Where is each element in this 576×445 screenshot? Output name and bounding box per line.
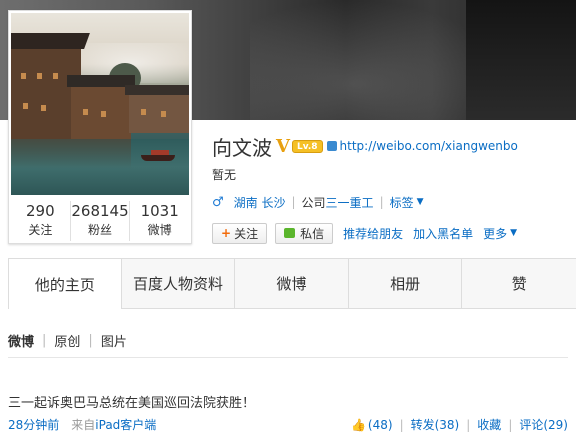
like-count[interactable]: (48) [368, 418, 393, 432]
avatar-card: 290 关注 268145 粉丝 1031 微博 [8, 10, 192, 244]
profile-stats: 290 关注 268145 粉丝 1031 微博 [11, 201, 189, 241]
plus-icon: + [221, 226, 232, 240]
more-link[interactable]: 更多 [483, 225, 507, 242]
message-label: 私信 [300, 226, 325, 241]
thumbs-up-icon[interactable]: 👍 [351, 418, 366, 432]
stat-number: 290 [26, 202, 55, 220]
divider: | [399, 417, 404, 432]
company-prefix: 公司 [301, 195, 326, 210]
stat-label: 粉丝 [88, 223, 113, 237]
filter-all[interactable]: 微博 [8, 331, 34, 350]
profile-bio: 暂无 [212, 168, 237, 182]
post-time[interactable]: 28分钟前 [8, 416, 59, 433]
stat-label: 关注 [28, 223, 53, 237]
location-link[interactable]: 湖南 长沙 [234, 194, 286, 211]
comment-link[interactable]: 评论(29) [519, 416, 568, 433]
stat-following[interactable]: 290 关注 [11, 201, 71, 241]
divider: | [379, 195, 384, 209]
post-source: 来自iPad客户端 [71, 416, 156, 433]
divider: | [291, 195, 296, 209]
chevron-down-icon[interactable]: ▼ [510, 228, 517, 238]
feed: 微博 | 原创 | 图片 三一起诉奥巴马总统在美国巡回法院获胜！ 28分钟前 来… [0, 309, 576, 445]
tab-home[interactable]: 他的主页 [8, 258, 122, 309]
recommend-link[interactable]: 推荐给朋友 [343, 225, 403, 242]
divider: | [88, 333, 93, 348]
tab-album[interactable]: 相册 [349, 259, 463, 308]
profile-tabs: 他的主页 百度人物资料 微博 相册 赞 [8, 258, 576, 309]
feed-filter: 微博 | 原创 | 图片 [8, 331, 127, 350]
stat-number: 268145 [71, 202, 129, 220]
profile-info-row: ♂ 湖南 长沙 | 公司 三一重工 | 标签 ▼ [212, 193, 424, 211]
name-row: 向文波 V Lv.8 http://weibo.com/xiangwenbo [212, 132, 518, 160]
blacklist-link[interactable]: 加入黑名单 [413, 225, 473, 242]
company-link[interactable]: 三一重工 [326, 194, 374, 211]
male-icon: ♂ [212, 194, 224, 210]
source-client-link[interactable]: iPad客户端 [95, 418, 156, 432]
follow-button[interactable]: + 关注 [212, 222, 268, 244]
tab-likes[interactable]: 赞 [462, 259, 576, 308]
divider: | [508, 417, 513, 432]
level-badge[interactable]: Lv.8 [291, 139, 323, 153]
divider [8, 357, 568, 358]
verified-icon[interactable]: V [276, 136, 290, 157]
source-prefix: 来自 [71, 418, 96, 432]
post-actions: 👍 (48) | 转发(38) | 收藏 | 评论(29) [351, 416, 568, 433]
stat-weibo[interactable]: 1031 微博 [130, 201, 189, 241]
profile-actions: + 关注 私信 推荐给朋友 加入黑名单 更多 ▼ [212, 222, 517, 244]
avatar[interactable] [11, 13, 189, 195]
stat-number: 1031 [140, 202, 179, 220]
tags-link[interactable]: 标签 [390, 194, 414, 211]
repost-link[interactable]: 转发(38) [411, 416, 460, 433]
link-icon [326, 141, 337, 151]
stat-label: 微博 [147, 223, 172, 237]
filter-original[interactable]: 原创 [54, 331, 80, 350]
favorite-link[interactable]: 收藏 [477, 416, 501, 433]
tab-baidu-profile[interactable]: 百度人物资料 [122, 259, 236, 308]
chevron-down-icon[interactable]: ▼ [417, 197, 424, 207]
post-text: 三一起诉奥巴马总统在美国巡回法院获胜！ [8, 396, 256, 411]
filter-images[interactable]: 图片 [101, 331, 127, 350]
tab-weibo[interactable]: 微博 [235, 259, 349, 308]
divider: | [42, 333, 47, 348]
profile-url[interactable]: http://weibo.com/xiangwenbo [340, 139, 518, 153]
follow-label: 关注 [234, 226, 259, 241]
divider: | [466, 417, 471, 432]
profile-name: 向文波 [212, 135, 272, 160]
message-icon [284, 228, 296, 238]
post-meta: 28分钟前 来自iPad客户端 👍 (48) | 转发(38) | 收藏 | 评… [8, 416, 568, 433]
stat-followers[interactable]: 268145 粉丝 [71, 201, 131, 241]
message-button[interactable]: 私信 [275, 222, 334, 244]
